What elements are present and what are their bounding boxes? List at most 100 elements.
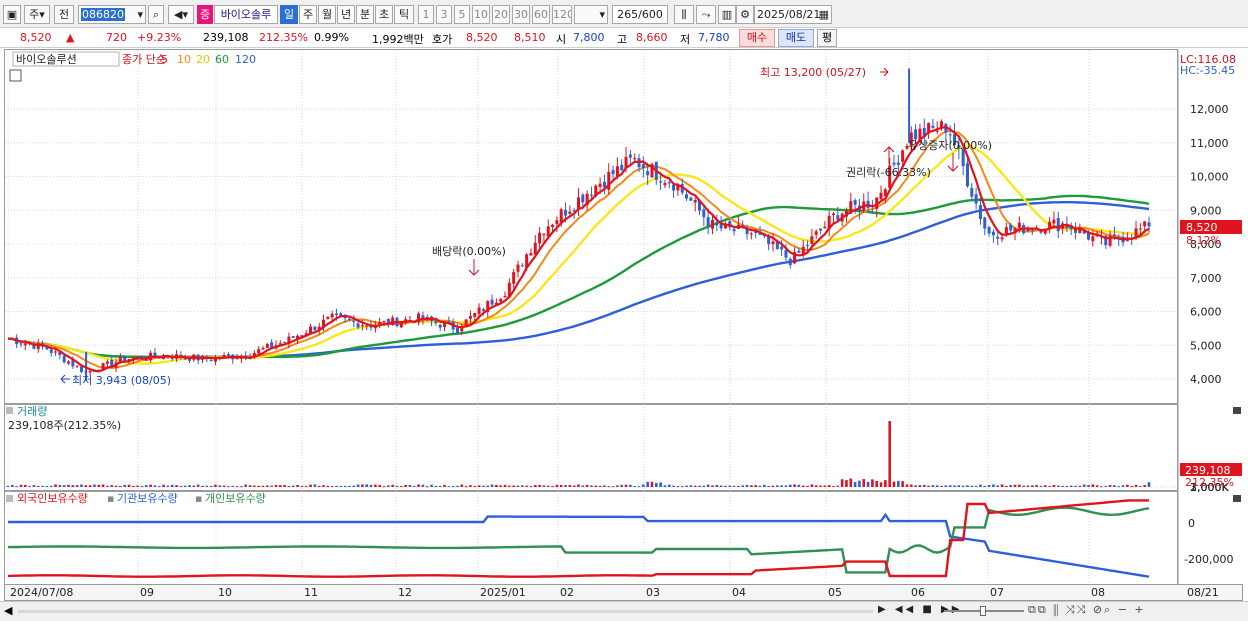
indicator-icon[interactable]: ⤳ — [696, 5, 716, 24]
period-year-button[interactable]: 년 — [337, 5, 355, 24]
period-week-button[interactable]: 주 — [299, 5, 317, 24]
volume-bar — [927, 485, 930, 487]
candle-body — [931, 125, 935, 128]
volume-bar — [875, 480, 879, 487]
price-tick: 6,000 — [1190, 306, 1222, 319]
gear-icon[interactable]: ⚙ — [736, 5, 754, 24]
candle-body — [19, 343, 23, 345]
volume-bar — [145, 485, 148, 487]
speaker-icon[interactable]: ◀▾ — [168, 5, 194, 24]
chart-svg[interactable]: 바이오솔루션 종가 단순 5 10 20 60 120 LC:116.08 HC… — [4, 49, 1244, 605]
volume-bar — [1108, 485, 1112, 487]
candle-type-icon[interactable]: ⫼ — [674, 5, 694, 24]
volume-bar — [335, 485, 338, 487]
volume-bar — [404, 484, 407, 487]
volume-bar — [477, 485, 481, 487]
volume-bar — [853, 482, 857, 487]
interval-10-button[interactable]: 10 — [472, 5, 490, 24]
panel-table-icon[interactable] — [9, 69, 22, 82]
buy-button[interactable]: 매수 — [739, 29, 775, 47]
volume-bar — [253, 485, 256, 487]
volume-bar — [201, 485, 204, 487]
interval-custom-select[interactable]: ▾ — [574, 5, 608, 24]
interval-5-button[interactable]: 5 — [454, 5, 470, 24]
period-unit-select[interactable]: 주▾ — [24, 5, 50, 24]
volume-bar — [443, 484, 446, 487]
volume-bar — [80, 484, 83, 487]
horizontal-scrollbar[interactable] — [18, 610, 873, 613]
eval-button[interactable]: 평 — [817, 29, 837, 47]
candle-body — [118, 356, 122, 362]
period-day-button[interactable]: 일 — [280, 5, 298, 24]
volume-bar — [1065, 485, 1069, 487]
holder-panel-icon[interactable] — [6, 495, 13, 502]
candle-body — [667, 182, 671, 184]
candle-body — [641, 164, 645, 168]
volume-bar — [983, 485, 987, 487]
prev-button[interactable]: 전 — [54, 5, 74, 24]
volume-bar — [680, 486, 684, 488]
interval-60-button[interactable]: 60 — [532, 5, 550, 24]
volume-bar — [227, 486, 230, 488]
candle-body — [672, 184, 676, 191]
volume-bar — [594, 485, 598, 487]
volume-bar — [214, 484, 217, 487]
stock-code-input[interactable]: 086820 ▾ — [78, 5, 146, 24]
search-icon[interactable]: ⌕ — [148, 5, 164, 24]
interval-1-button[interactable]: 1 — [418, 5, 434, 24]
period-second-button[interactable]: 초 — [375, 5, 393, 24]
candle-body — [88, 370, 92, 373]
volume-bar — [473, 485, 477, 487]
volume-bar — [525, 485, 528, 487]
period-minute-button[interactable]: 분 — [356, 5, 374, 24]
volume-bar — [633, 486, 636, 488]
volume-bar — [1134, 484, 1138, 487]
volume-bar — [149, 484, 152, 487]
volume-bar — [153, 485, 157, 487]
volume-bar — [654, 482, 658, 487]
candle-body — [49, 349, 53, 353]
low-label: 저 — [680, 33, 691, 46]
holder-panel-frame — [4, 491, 1178, 585]
candle-body — [144, 359, 148, 361]
volume-panel-close-icon[interactable] — [1233, 407, 1241, 414]
dividend-annotation: 배당락(0.00%) — [432, 245, 506, 258]
x-axis-label: 04 — [732, 586, 746, 599]
volume-bar — [41, 485, 44, 487]
volume-bar — [136, 485, 139, 487]
holder-panel-close-icon[interactable] — [1233, 495, 1241, 502]
candle-body — [935, 130, 939, 132]
volume-value-label: 239,108주(212.35%) — [8, 419, 121, 432]
volume-bar — [516, 485, 520, 487]
interval-3-button[interactable]: 3 — [436, 5, 452, 24]
drawing-tools[interactable]: ⧉⧉ ⫼ ⤨⤨ ⊘⌕ − + — [1028, 603, 1146, 617]
volume-bar — [1117, 486, 1121, 488]
candle-body — [823, 226, 827, 229]
period-tick-button[interactable]: 틱 — [394, 5, 414, 24]
volume-bar — [801, 485, 805, 487]
volume-bar — [1031, 485, 1034, 487]
sell-button[interactable]: 매도 — [778, 29, 814, 47]
volume-bar — [702, 485, 706, 487]
tool-icon[interactable]: ▥ — [718, 5, 736, 24]
volume-bar — [101, 484, 105, 487]
interval-20-button[interactable]: 20 — [492, 5, 510, 24]
date-field[interactable]: 2025/08/21 ▦ — [754, 5, 832, 24]
ma-120-label: 120 — [235, 53, 256, 66]
interval-30-button[interactable]: 30 — [512, 5, 530, 24]
candle-body — [378, 321, 382, 325]
interval-120-button[interactable]: 120 — [552, 5, 572, 24]
zoom-slider-handle[interactable] — [980, 606, 986, 616]
volume-bar — [270, 485, 273, 487]
period-month-button[interactable]: 월 — [318, 5, 336, 24]
candle-body — [551, 224, 555, 227]
high-arrow-icon — [880, 67, 889, 77]
candle-body — [646, 171, 650, 176]
chevron-down-icon: ▾ — [137, 8, 143, 21]
candle-body — [892, 162, 896, 165]
layout-icon[interactable]: ▣ — [3, 5, 21, 24]
scroll-left-icon[interactable]: ◀ — [4, 604, 12, 617]
volume-panel-icon[interactable] — [6, 407, 13, 414]
count-field[interactable]: 265/600 — [612, 5, 668, 24]
volume-bar — [482, 485, 485, 487]
